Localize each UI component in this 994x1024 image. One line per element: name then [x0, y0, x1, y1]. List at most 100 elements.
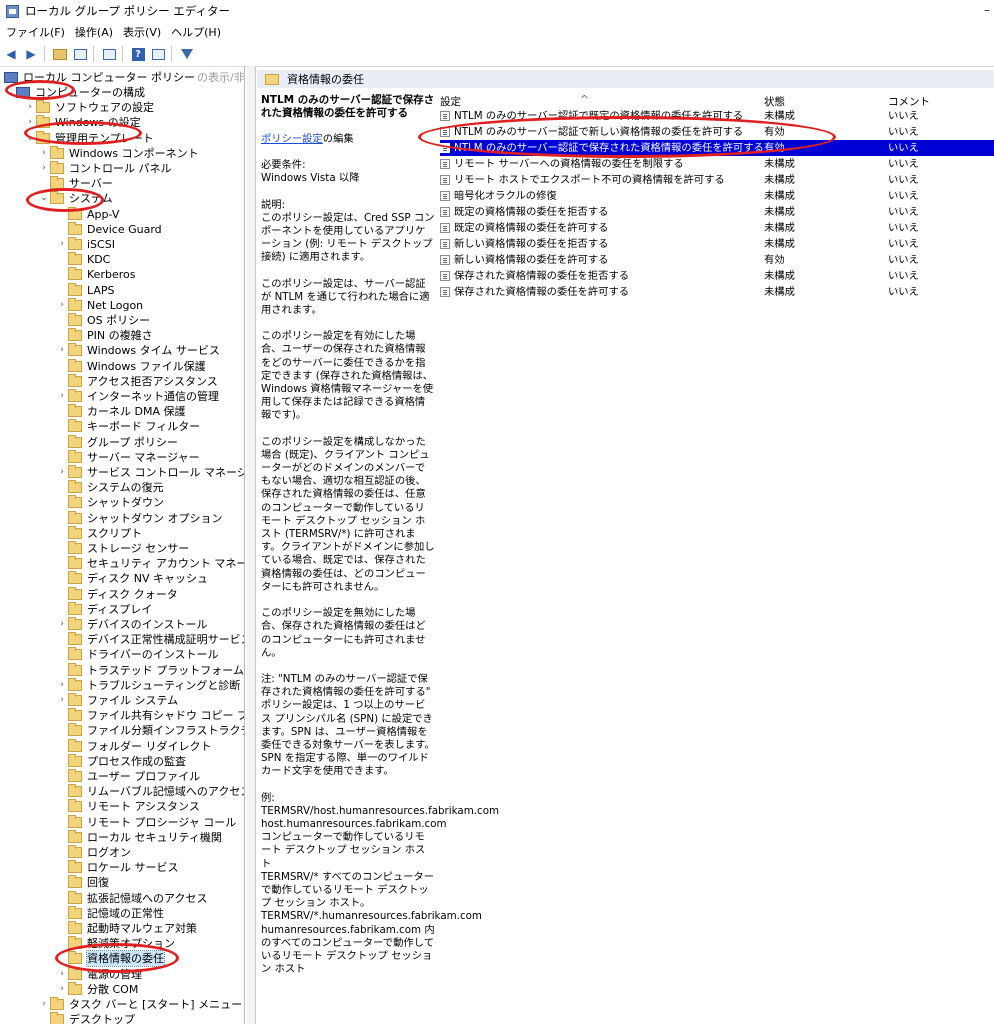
tree-item[interactable]: シャットダウン オプション — [56, 510, 223, 526]
setting-row[interactable]: 保存された資格情報の委任を許可する 未構成 いいえ — [440, 284, 994, 300]
tree-item[interactable]: ⌄ コンピューターの構成 — [4, 85, 145, 100]
tree-item[interactable]: ロケール サービス — [56, 860, 179, 875]
setting-row[interactable]: リモート ホストでエクスポート不可の資格情報を許可する 未構成 いいえ — [440, 172, 994, 188]
show-hide-tree-icon[interactable] — [71, 45, 89, 63]
tree-item[interactable]: › コントロール パネル — [38, 161, 172, 176]
tree-item[interactable]: 起動時マルウェア対策 — [56, 921, 197, 936]
chevron-right-icon[interactable]: › — [56, 237, 68, 252]
tree-item[interactable]: スクリプト — [56, 525, 142, 541]
tree-item[interactable]: カーネル DMA 保護 — [56, 404, 185, 419]
tree-item[interactable]: リムーバブル記憶域へのアクセス — [56, 784, 244, 799]
tree-item[interactable]: リモート アシスタンス — [56, 799, 200, 814]
tree-item[interactable]: グループ ポリシー — [56, 434, 178, 450]
setting-row[interactable]: 新しい資格情報の委任を拒否する 未構成 いいえ — [440, 236, 994, 252]
tree-item[interactable]: › ファイル システム — [56, 693, 178, 708]
tree-item[interactable]: ファイル分類インフラストラクチャ — [56, 723, 244, 738]
tree-item[interactable]: › Windows コンポーネント — [38, 145, 199, 161]
chevron-right-icon[interactable]: › — [56, 343, 68, 358]
tree-item[interactable]: システムの復元 — [56, 480, 164, 495]
setting-row[interactable]: 既定の資格情報の委任を許可する 未構成 いいえ — [440, 220, 994, 236]
tree-item[interactable]: › タスク バーと [スタート] メニュー — [38, 997, 242, 1012]
chevron-right-icon[interactable]: › — [56, 389, 68, 404]
tree-item[interactable]: デバイス正常性構成証明サービス — [56, 632, 244, 647]
chevron-right-icon[interactable]: › — [56, 298, 68, 313]
up-folder-icon[interactable] — [51, 45, 69, 63]
tree-item[interactable]: › Net Logon — [56, 297, 143, 313]
chevron-down-icon[interactable]: ⌄ — [4, 85, 16, 100]
tree-item[interactable]: ドライバーのインストール — [56, 647, 219, 662]
tree-item[interactable]: サーバー — [38, 176, 113, 191]
tree-item[interactable]: LAPS — [56, 282, 115, 298]
pane-splitter[interactable] — [247, 66, 256, 1024]
tree-item[interactable]: App-V — [56, 206, 119, 222]
tree-item[interactable]: ⌄ 管理用テンプレート — [24, 130, 154, 146]
tree-item[interactable]: › Windows タイム サービス — [56, 343, 220, 358]
tree-item[interactable]: 軽減策オプション — [56, 936, 175, 951]
tree-item[interactable]: サーバー マネージャー — [56, 449, 200, 465]
setting-row[interactable]: 新しい資格情報の委任を許可する 有効 いいえ — [440, 252, 994, 268]
tree-item[interactable]: キーボード フィルター — [56, 419, 200, 434]
tree-item[interactable]: ディスプレイ — [56, 601, 152, 617]
tree-item[interactable]: シャットダウン — [56, 495, 164, 510]
chevron-right-icon[interactable]: › — [38, 146, 50, 161]
tree-item[interactable]: PIN の複雑さ — [56, 328, 153, 343]
help-icon[interactable]: ? — [129, 45, 147, 63]
tree-item[interactable]: › ソフトウェアの設定 — [24, 100, 154, 115]
tree-item[interactable]: ファイル共有シャドウ コピー プロバイダー — [56, 708, 244, 723]
properties-icon[interactable] — [149, 45, 167, 63]
setting-row[interactable]: 既定の資格情報の委任を拒否する 未構成 いいえ — [440, 204, 994, 220]
tree-item[interactable]: ローカル セキュリティ機関 — [56, 829, 222, 845]
tree-item[interactable]: ログオン — [56, 845, 131, 860]
tree-item[interactable]: セキュリティ アカウント マネージャー — [56, 556, 244, 571]
forward-icon[interactable]: ▶ — [22, 45, 40, 63]
tree-item[interactable]: デスクトップ — [38, 1012, 135, 1024]
tree-item[interactable]: Device Guard — [56, 221, 162, 237]
tree-item[interactable]: リモート プロシージャ コール — [56, 814, 236, 830]
tree-item[interactable]: プロセス作成の監査 — [56, 753, 186, 769]
chevron-right-icon[interactable]: › — [56, 967, 68, 982]
tree-item[interactable]: › サービス コントロール マネージャーの設定 — [56, 465, 244, 480]
setting-row[interactable]: 暗号化オラクルの修復 未構成 いいえ — [440, 188, 994, 204]
tree-item[interactable]: ⌄ システム — [38, 191, 113, 206]
setting-row[interactable]: NTLM のみのサーバー認証で新しい資格情報の委任を許可する 有効 いいえ — [440, 124, 994, 140]
back-icon[interactable]: ◀ — [2, 45, 20, 63]
setting-row[interactable]: リモート サーバーへの資格情報の委任を制限する 未構成 いいえ — [440, 156, 994, 172]
chevron-right-icon[interactable]: › — [38, 161, 50, 176]
tree-item[interactable]: › インターネット通信の管理 — [56, 389, 219, 404]
tree-item[interactable]: Windows ファイル保護 — [56, 358, 206, 374]
tree-item[interactable]: › iSCSI — [56, 237, 115, 252]
edit-policy-link[interactable]: ポリシー設定 — [261, 133, 323, 145]
chevron-right-icon[interactable]: › — [56, 617, 68, 632]
export-list-icon[interactable] — [100, 45, 118, 63]
tree-item[interactable]: › Windows の設定 — [24, 115, 141, 130]
chevron-right-icon[interactable]: › — [24, 115, 36, 130]
chevron-down-icon[interactable]: ⌄ — [38, 191, 50, 206]
tree-item[interactable]: › トラブルシューティングと診断 — [56, 677, 240, 693]
setting-row[interactable]: 保存された資格情報の委任を拒否する 未構成 いいえ — [440, 268, 994, 284]
setting-row[interactable]: NTLM のみのサーバー認証で保存された資格情報の委任を許可する 有効 いいえ — [440, 140, 994, 156]
tree-item[interactable]: トラステッド プラットフォーム モジュール サ: — [56, 662, 244, 678]
filter-icon[interactable] — [178, 45, 196, 63]
tree-item[interactable]: ディスク NV キャッシュ — [56, 571, 208, 586]
chevron-right-icon[interactable]: › — [56, 465, 68, 480]
tree-root[interactable]: ローカル コンピューター ポリシー の表示/非表示 — [4, 70, 244, 85]
tree-item[interactable]: 拡張記憶域へのアクセス — [56, 890, 207, 906]
menu-help[interactable]: ヘルプ(H) — [171, 24, 221, 40]
tree-item[interactable]: KDC — [56, 252, 110, 267]
menu-view[interactable]: 表示(V) — [123, 24, 161, 40]
column-header-state[interactable]: 状態 — [764, 94, 785, 109]
column-header-comment[interactable]: コメント — [888, 94, 930, 109]
tree-item[interactable]: ユーザー プロファイル — [56, 769, 200, 784]
menu-action[interactable]: 操作(A) — [75, 24, 113, 40]
chevron-right-icon[interactable]: › — [56, 982, 68, 997]
tree-item[interactable]: OS ポリシー — [56, 313, 150, 328]
tree-item[interactable]: Kerberos — [56, 267, 135, 282]
setting-row[interactable]: NTLM のみのサーバー認証で既定の資格情報の委任を許可する 未構成 いいえ — [440, 108, 994, 124]
tree-item[interactable]: アクセス拒否アシスタンス — [56, 373, 218, 389]
tree-item[interactable]: フォルダー リダイレクト — [56, 738, 212, 754]
tree-item[interactable]: › 分散 COM — [56, 981, 138, 997]
column-header-setting[interactable]: 設定 — [440, 94, 461, 109]
tree-item[interactable]: 記憶域の正常性 — [56, 905, 164, 921]
tree-item[interactable]: 資格情報の委任 — [56, 950, 165, 968]
chevron-right-icon[interactable]: › — [56, 693, 68, 708]
